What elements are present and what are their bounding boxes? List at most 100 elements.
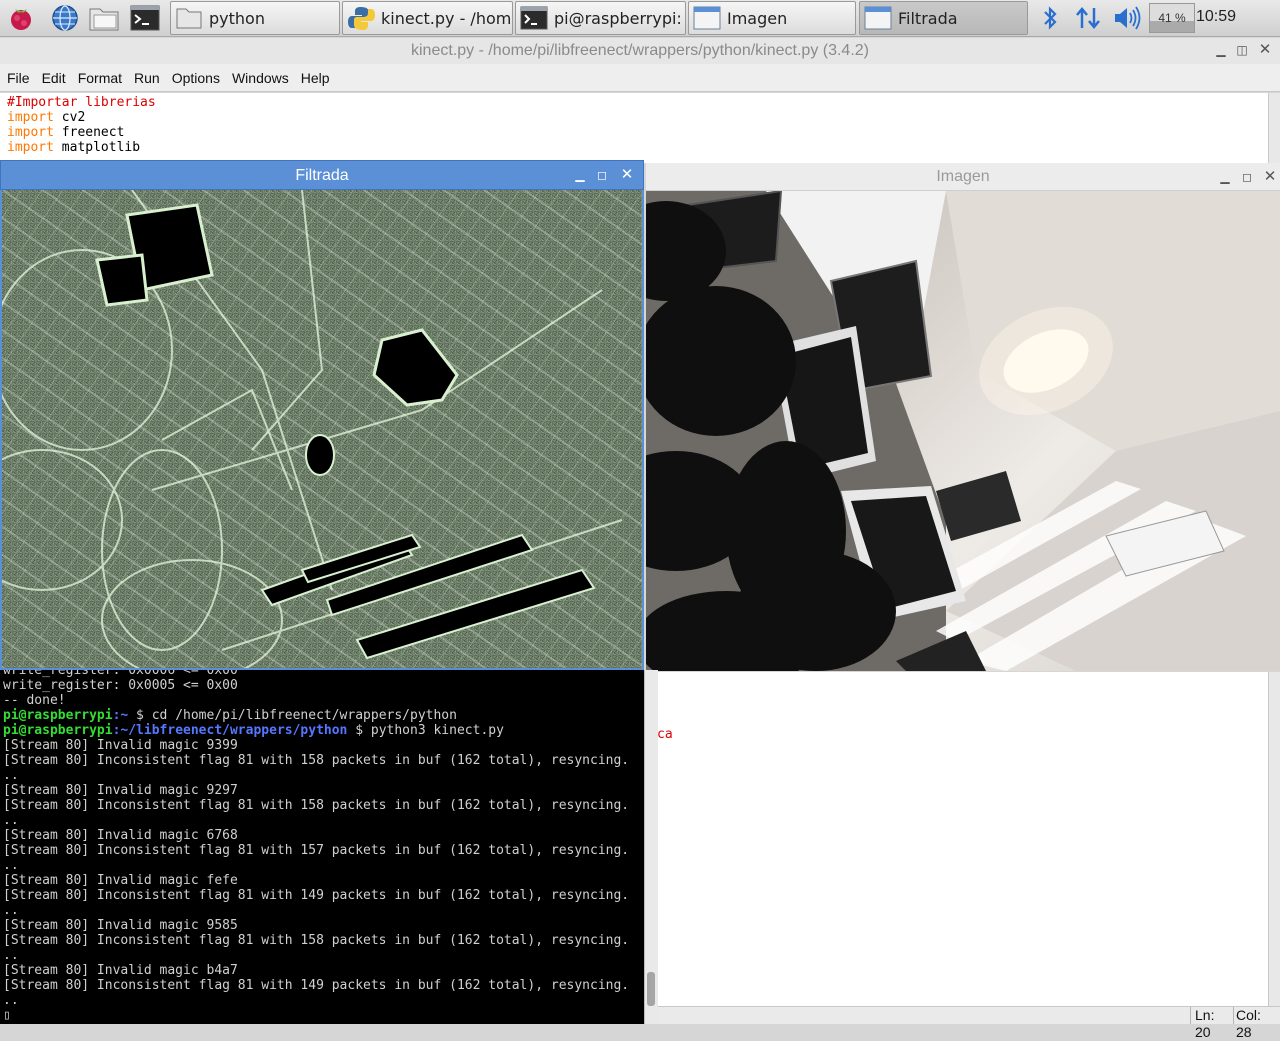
terminal-prompt-line: pi@raspberrypi:~/libfreenect/wrappers/py… (3, 723, 644, 738)
code-editor-lower[interactable] (645, 672, 1268, 1006)
cpu-monitor[interactable]: 41 % (1149, 3, 1195, 33)
bluetooth-icon[interactable] (1038, 3, 1062, 33)
code-fragment: ca (657, 727, 673, 742)
terminal-scrollbar-thumb[interactable] (647, 972, 655, 1006)
code-line: #Importar librerias (7, 95, 1268, 110)
terminal-line: .. (3, 993, 19, 1008)
folder-icon (175, 5, 203, 31)
filtered-image (0, 190, 644, 670)
terminal-line: .. (3, 858, 19, 873)
idle-menubar: File Edit Format Run Options Windows Hel… (0, 64, 1280, 92)
imagen-window-title[interactable]: Imagen ▁ ◻ ✕ (646, 163, 1280, 191)
python-icon (347, 5, 375, 31)
terminal-icon[interactable] (128, 2, 162, 34)
code-line: import cv2 (7, 110, 1268, 125)
volume-icon[interactable] (1110, 3, 1144, 33)
terminal-line: .. (3, 948, 19, 963)
close-icon[interactable]: ✕ (1261, 165, 1279, 189)
code-line: import matplotlib (7, 140, 1268, 155)
filtrada-window-title[interactable]: Filtrada ▁ ◻ ✕ (0, 160, 644, 190)
task-filtrada[interactable]: Filtrada (859, 1, 1028, 35)
maximize-icon[interactable]: ◻ (1238, 165, 1256, 189)
code-module: matplotlib (61, 140, 141, 155)
minimize-icon[interactable]: ▁ (1212, 38, 1230, 62)
menu-file[interactable]: File (7, 70, 30, 86)
column-number: Col: 28 (1233, 1007, 1280, 1040)
web-browser-icon[interactable] (48, 2, 82, 34)
terminal-line: .. (3, 768, 19, 783)
terminal-cursor: ▯ (3, 1008, 11, 1023)
maximize-icon[interactable]: ◻ (593, 163, 611, 187)
prompt-command: $ python3 kinect.py (347, 723, 504, 738)
menu-format[interactable]: Format (78, 70, 122, 86)
filtrada-title-text: Filtrada (295, 167, 349, 184)
menu-help[interactable]: Help (301, 70, 330, 86)
line-number: Ln: 20 (1190, 1007, 1232, 1040)
code-editor[interactable]: #Importar librerias import cv2 import free… (0, 93, 1268, 163)
prompt-path: :~/libfreenect/wrappers/python (112, 723, 348, 738)
editor-scrollbar[interactable] (1268, 672, 1280, 1006)
task-label: python (209, 8, 265, 28)
prompt-user: pi@raspberrypi (3, 723, 113, 738)
terminal-line: [Stream 80] Invalid magic 9297 (3, 783, 238, 798)
terminal-output[interactable]: write_register: 0x0006 <= 0x00 write_regi… (0, 670, 644, 1024)
terminal-line: [Stream 80] Invalid magic 9399 (3, 738, 238, 753)
code-line: import freenect (7, 125, 1268, 140)
prompt-path: :~ (112, 708, 129, 723)
task-imagen[interactable]: Imagen (688, 1, 856, 35)
terminal-icon (520, 5, 548, 31)
code-keyword: import (7, 110, 54, 125)
idle-window-title[interactable]: kinect.py - /home/pi/libfreenect/wrapper… (0, 38, 1280, 64)
stream-log: [Stream 80] Invalid magic 9399 [Stream 80… (3, 738, 644, 1008)
terminal-line: [Stream 80] Inconsistent flag 81 with 15… (3, 753, 630, 768)
terminal-line: [Stream 80] Invalid magic fefe (3, 873, 238, 888)
terminal-line: [Stream 80] Invalid magic 9585 (3, 918, 238, 933)
close-icon[interactable]: ✕ (618, 163, 636, 187)
terminal-line: [Stream 80] Inconsistent flag 81 with 15… (3, 843, 630, 858)
terminal-line: -- done! (3, 693, 66, 708)
cpu-usage-text: 41 % (1158, 11, 1186, 25)
terminal-line: [Stream 80] Inconsistent flag 81 with 14… (3, 978, 630, 993)
task-label: Filtrada (898, 8, 958, 28)
code-module: freenect (61, 125, 125, 140)
maximize-icon[interactable]: ◫ (1233, 38, 1251, 62)
terminal-line: write_register: 0x0006 <= 0x00 (3, 670, 238, 678)
clock[interactable]: 10:59 (1196, 8, 1236, 26)
terminal-scrollbar[interactable] (644, 670, 658, 1024)
network-icon[interactable] (1072, 3, 1104, 33)
minimize-icon[interactable]: ▁ (1216, 165, 1234, 189)
window-icon (864, 5, 892, 31)
imagen-title-text: Imagen (936, 168, 990, 185)
editor-scrollbar[interactable] (1268, 93, 1280, 163)
terminal-line: [Stream 80] Inconsistent flag 81 with 15… (3, 933, 630, 948)
terminal-line: [Stream 80] Inconsistent flag 81 with 15… (3, 798, 630, 813)
task-label: pi@raspberrypi: ... (554, 8, 685, 28)
terminal-line: .. (3, 813, 19, 828)
menu-windows[interactable]: Windows (232, 70, 289, 86)
status-bar: Ln: 20 Col: 28 (645, 1006, 1280, 1040)
file-manager-icon[interactable] (87, 2, 121, 34)
minimize-icon[interactable]: ▁ (571, 163, 589, 187)
terminal-line: [Stream 80] Invalid magic 6768 (3, 828, 238, 843)
task-label: Imagen (727, 8, 788, 28)
camera-image (646, 191, 1280, 671)
taskbar: python kinect.py - /hom... pi@raspberryp… (0, 0, 1280, 37)
terminal-line: [Stream 80] Inconsistent flag 81 with 14… (3, 888, 630, 903)
terminal-line: .. (3, 903, 19, 918)
menu-run[interactable]: Run (134, 70, 160, 86)
task-label: kinect.py - /hom... (381, 8, 513, 28)
prompt-user: pi@raspberrypi (3, 708, 113, 723)
raspberry-menu-icon[interactable] (4, 2, 38, 34)
window-icon (693, 5, 721, 31)
task-kinect-editor[interactable]: kinect.py - /hom... (342, 1, 513, 35)
terminal-line: write_register: 0x0005 <= 0x00 (3, 678, 238, 693)
menu-options[interactable]: Options (172, 70, 220, 86)
code-module: cv2 (61, 110, 86, 125)
task-python[interactable]: python (170, 1, 340, 35)
close-icon[interactable]: ✕ (1256, 38, 1274, 62)
terminal-line: [Stream 80] Invalid magic b4a7 (3, 963, 238, 978)
prompt-command: $ cd /home/pi/libfreenect/wrappers/pytho… (128, 708, 457, 723)
code-keyword: import (7, 125, 54, 140)
menu-edit[interactable]: Edit (42, 70, 66, 86)
task-terminal[interactable]: pi@raspberrypi: ... (515, 1, 686, 35)
